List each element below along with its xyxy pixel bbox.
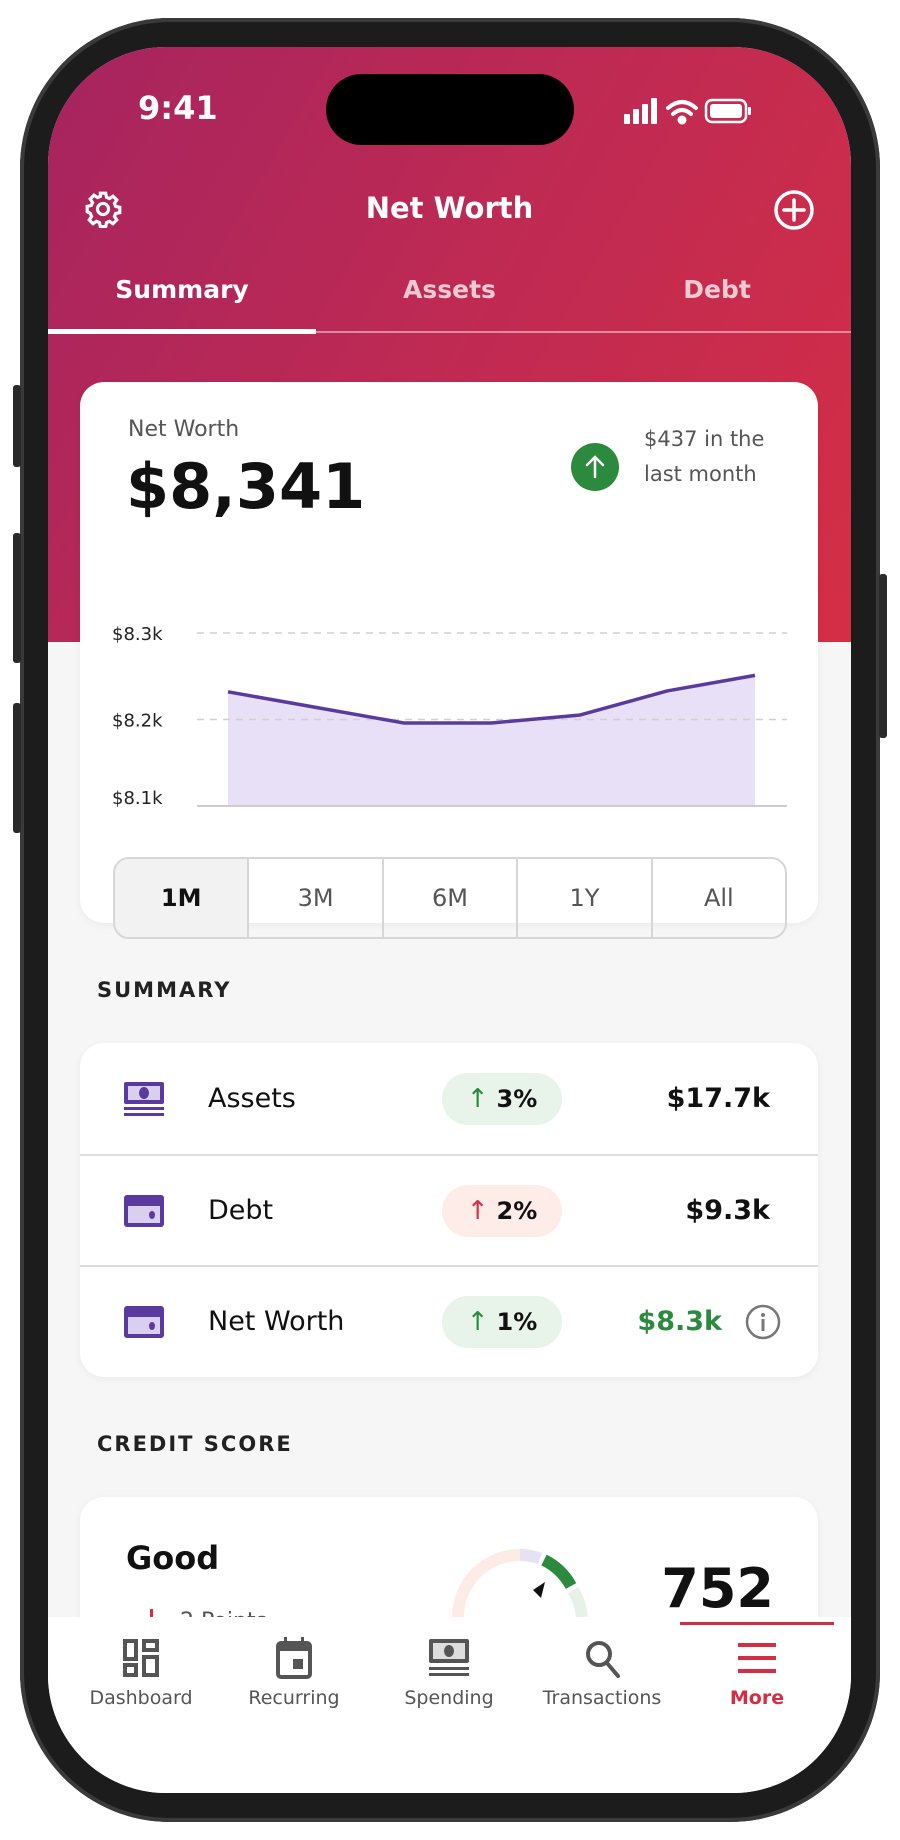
chart-area xyxy=(228,675,755,806)
battery-icon xyxy=(704,98,751,124)
summary-label: Debt xyxy=(208,1195,274,1226)
summary-row-assets[interactable]: Assets ↑ 3% $17.7k xyxy=(80,1043,818,1154)
nav-label: Spending xyxy=(404,1687,494,1709)
active-tab-indicator xyxy=(48,329,316,334)
summary-label: Assets xyxy=(208,1083,296,1114)
summary-row-net-worth[interactable]: Net Worth ↑ 1% $8.3k xyxy=(80,1265,818,1376)
menu-icon xyxy=(738,1643,776,1673)
tab-debt[interactable]: Debt xyxy=(583,275,851,304)
tab-summary[interactable]: Summary xyxy=(48,275,316,304)
y-tick-label: $8.3k xyxy=(112,624,163,645)
active-nav-indicator xyxy=(680,1622,834,1625)
nav-label: Recurring xyxy=(248,1687,340,1709)
arrow-up-icon: ↑ xyxy=(466,1306,489,1337)
info-icon[interactable] xyxy=(744,1303,782,1341)
tab-bar: Summary Assets Debt xyxy=(48,275,851,335)
change-text-line1: $437 in the xyxy=(644,427,765,451)
summary-value: $8.3k xyxy=(637,1306,722,1337)
cash-icon xyxy=(429,1639,469,1676)
y-tick-label: $8.2k xyxy=(112,711,163,732)
cash-icon xyxy=(124,1081,164,1116)
credit-score-value: 752 xyxy=(661,1557,774,1620)
plus-circle-icon[interactable] xyxy=(772,188,816,232)
search-icon xyxy=(586,1641,620,1678)
net-worth-value: $8,341 xyxy=(126,450,366,523)
summary-row-debt[interactable]: Debt ↑ 2% $9.3k xyxy=(80,1154,818,1265)
net-worth-card: Net Worth $8,341 $437 in the last month … xyxy=(80,382,818,939)
side-button xyxy=(13,385,21,467)
summary-label: Net Worth xyxy=(208,1306,345,1337)
status-icons xyxy=(624,98,751,125)
status-time: 9:41 xyxy=(138,89,218,127)
range-6m[interactable]: 6M xyxy=(381,859,516,937)
credit-card-icon xyxy=(124,1305,164,1338)
arrow-up-icon: ↑ xyxy=(466,1083,489,1114)
y-tick-label: $8.1k xyxy=(112,788,163,809)
net-worth-label: Net Worth xyxy=(128,417,240,442)
page-title: Net Worth xyxy=(365,191,534,225)
wifi-icon xyxy=(666,100,698,125)
nav-label: More xyxy=(729,1687,785,1709)
summary-value: $17.7k xyxy=(666,1083,770,1114)
signal-icon xyxy=(624,98,657,124)
arrow-up-icon: ↑ xyxy=(466,1195,489,1226)
tab-assets[interactable]: Assets xyxy=(316,275,583,304)
dynamic-island xyxy=(326,74,574,145)
range-1y[interactable]: 1Y xyxy=(516,859,650,937)
change-text: $437 in the last month xyxy=(644,422,764,492)
calendar-icon xyxy=(276,1637,312,1679)
change-percent: 3% xyxy=(496,1084,538,1113)
summary-value: $9.3k xyxy=(685,1195,770,1226)
nav-label: Transactions xyxy=(542,1687,662,1709)
range-selector: 1M 3M 6M 1Y All xyxy=(113,857,787,939)
summary-heading: SUMMARY xyxy=(97,978,232,1002)
screen: 9:41 Net Worth Summary Assets Debt Net W… xyxy=(48,47,851,1793)
net-worth-chart: $8.3k $8.2k $8.1k xyxy=(112,624,787,809)
bottom-nav: Dashboard Recurring Spending Transaction… xyxy=(48,1617,851,1793)
nav-label: Dashboard xyxy=(89,1687,193,1709)
power-button xyxy=(879,574,887,738)
gauge-pointer-icon xyxy=(533,1582,545,1598)
change-badge: ↑ 1% xyxy=(442,1295,562,1348)
arrow-up-circle-icon xyxy=(571,443,619,491)
change-percent: 1% xyxy=(496,1307,538,1336)
change-badge: ↑ 3% xyxy=(442,1072,562,1125)
credit-card-icon xyxy=(124,1194,164,1227)
credit-score-heading: CREDIT SCORE xyxy=(97,1432,293,1456)
change-badge: ↑ 2% xyxy=(442,1184,562,1237)
range-all[interactable]: All xyxy=(650,859,785,937)
change-percent: 2% xyxy=(496,1196,538,1225)
credit-rating: Good xyxy=(126,1539,220,1577)
summary-card: Assets ↑ 3% $17.7k Debt ↑ 2% $9.3k Net Wor… xyxy=(80,1043,818,1377)
dashboard-icon xyxy=(123,1639,159,1677)
range-3m[interactable]: 3M xyxy=(247,859,381,937)
change-text-line2: last month xyxy=(644,462,757,486)
volume-down-button xyxy=(13,703,21,833)
volume-up-button xyxy=(13,533,21,663)
range-1m[interactable]: 1M xyxy=(115,859,248,937)
